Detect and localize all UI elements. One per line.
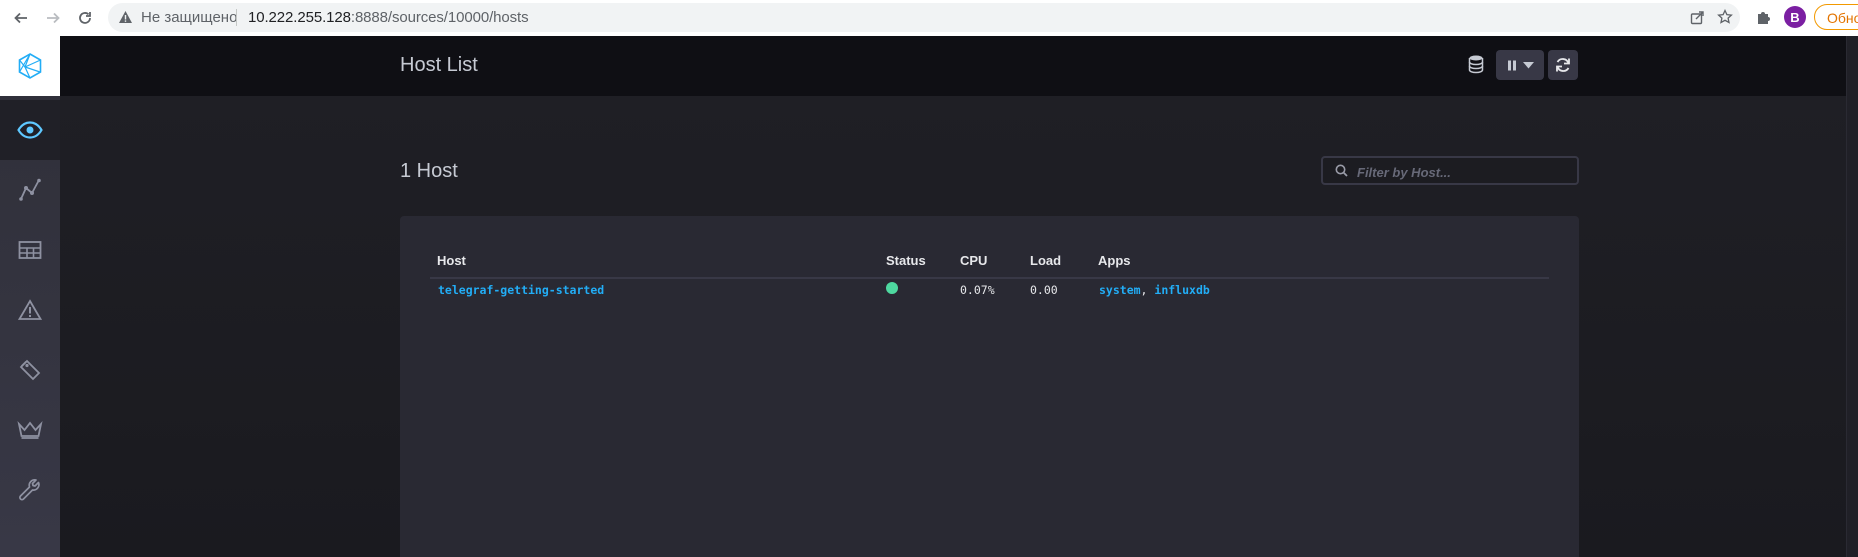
database-icon[interactable]: [1468, 54, 1484, 74]
search-icon: [1335, 164, 1348, 177]
address-bar[interactable]: Не защищено 10.222.255.128:8888/sources/…: [108, 3, 1740, 32]
wrench-icon: [19, 479, 40, 501]
pause-icon: [1507, 60, 1516, 70]
filter-box: [1321, 156, 1579, 185]
back-button[interactable]: [10, 7, 32, 29]
share-icon: [1690, 10, 1704, 24]
status-indicator-online: [886, 282, 898, 294]
warning-icon: [119, 11, 132, 23]
app-sidebar: [0, 36, 60, 557]
star-icon: [1717, 9, 1733, 24]
forward-arrow-icon: [47, 12, 60, 24]
column-header-cpu[interactable]: CPU: [960, 253, 987, 268]
sidebar-item-explore[interactable]: [0, 160, 60, 220]
column-header-status[interactable]: Status: [886, 253, 926, 268]
update-button[interactable]: Обновить: [1814, 4, 1858, 30]
apps-separator: ,: [1140, 283, 1155, 297]
security-label: Не защищено: [141, 9, 238, 26]
main-content: 1 Host Host Status CPU Load Apps telegra…: [60, 96, 1858, 557]
sidebar-item-dashboards[interactable]: [0, 220, 60, 280]
page-header: Host List: [60, 36, 1858, 96]
apps-list: system, influxdb: [1099, 283, 1210, 297]
sidebar-item-host-list[interactable]: [0, 100, 60, 160]
omnibox-divider: [236, 9, 237, 26]
url-path: :8888/sources/10000/hosts: [350, 9, 529, 26]
column-header-host[interactable]: Host: [437, 253, 466, 268]
refresh-icon: [1556, 58, 1570, 72]
chronograf-logo-icon: [18, 53, 42, 79]
caret-down-icon: [1522, 61, 1534, 68]
hosts-table-panel: Host Status CPU Load Apps telegraf-getti…: [400, 216, 1579, 557]
refresh-button[interactable]: [1548, 50, 1578, 80]
reload-icon: [79, 12, 91, 24]
reload-button[interactable]: [74, 7, 96, 29]
sidebar-item-alerting[interactable]: [0, 280, 60, 340]
profile-avatar[interactable]: B: [1784, 6, 1806, 28]
sidebar-item-admin[interactable]: [0, 400, 60, 460]
sidebar-item-log-viewer[interactable]: [0, 340, 60, 400]
puzzle-icon: [1758, 12, 1770, 24]
dashboards-icon: [18, 241, 42, 259]
url-host: 10.222.255.128: [248, 9, 351, 26]
tag-icon: [19, 359, 41, 381]
page-scrollbar[interactable]: [1846, 36, 1858, 557]
host-count: 1 Host: [400, 160, 458, 182]
filter-input[interactable]: [1355, 160, 1569, 184]
crown-icon: [17, 420, 43, 439]
bookmark-button[interactable]: [1714, 6, 1736, 28]
column-header-load[interactable]: Load: [1030, 253, 1061, 268]
url-text[interactable]: 10.222.255.128:8888/sources/10000/hosts: [248, 9, 529, 26]
back-arrow-icon: [14, 12, 27, 24]
app-link-influxdb[interactable]: influxdb: [1154, 283, 1209, 297]
browser-toolbar: Не защищено 10.222.255.128:8888/sources/…: [0, 0, 1858, 37]
graph-icon: [19, 178, 41, 201]
eye-icon: [17, 121, 43, 139]
load-value: 0.00: [1030, 283, 1058, 297]
share-button[interactable]: [1686, 6, 1708, 28]
forward-button[interactable]: [42, 7, 64, 29]
autorefresh-dropdown[interactable]: [1496, 50, 1544, 80]
extensions-button[interactable]: [1752, 7, 1774, 29]
alert-icon: [18, 299, 42, 320]
host-link[interactable]: telegraf-getting-started: [438, 283, 604, 297]
column-header-apps: Apps: [1098, 253, 1131, 268]
sidebar-item-configuration[interactable]: [0, 460, 60, 520]
app-logo[interactable]: [0, 36, 60, 96]
cpu-value: 0.07%: [960, 283, 995, 297]
table-header-divider: [430, 277, 1549, 279]
app-link-system[interactable]: system: [1099, 283, 1141, 297]
page-title: Host List: [400, 54, 478, 76]
